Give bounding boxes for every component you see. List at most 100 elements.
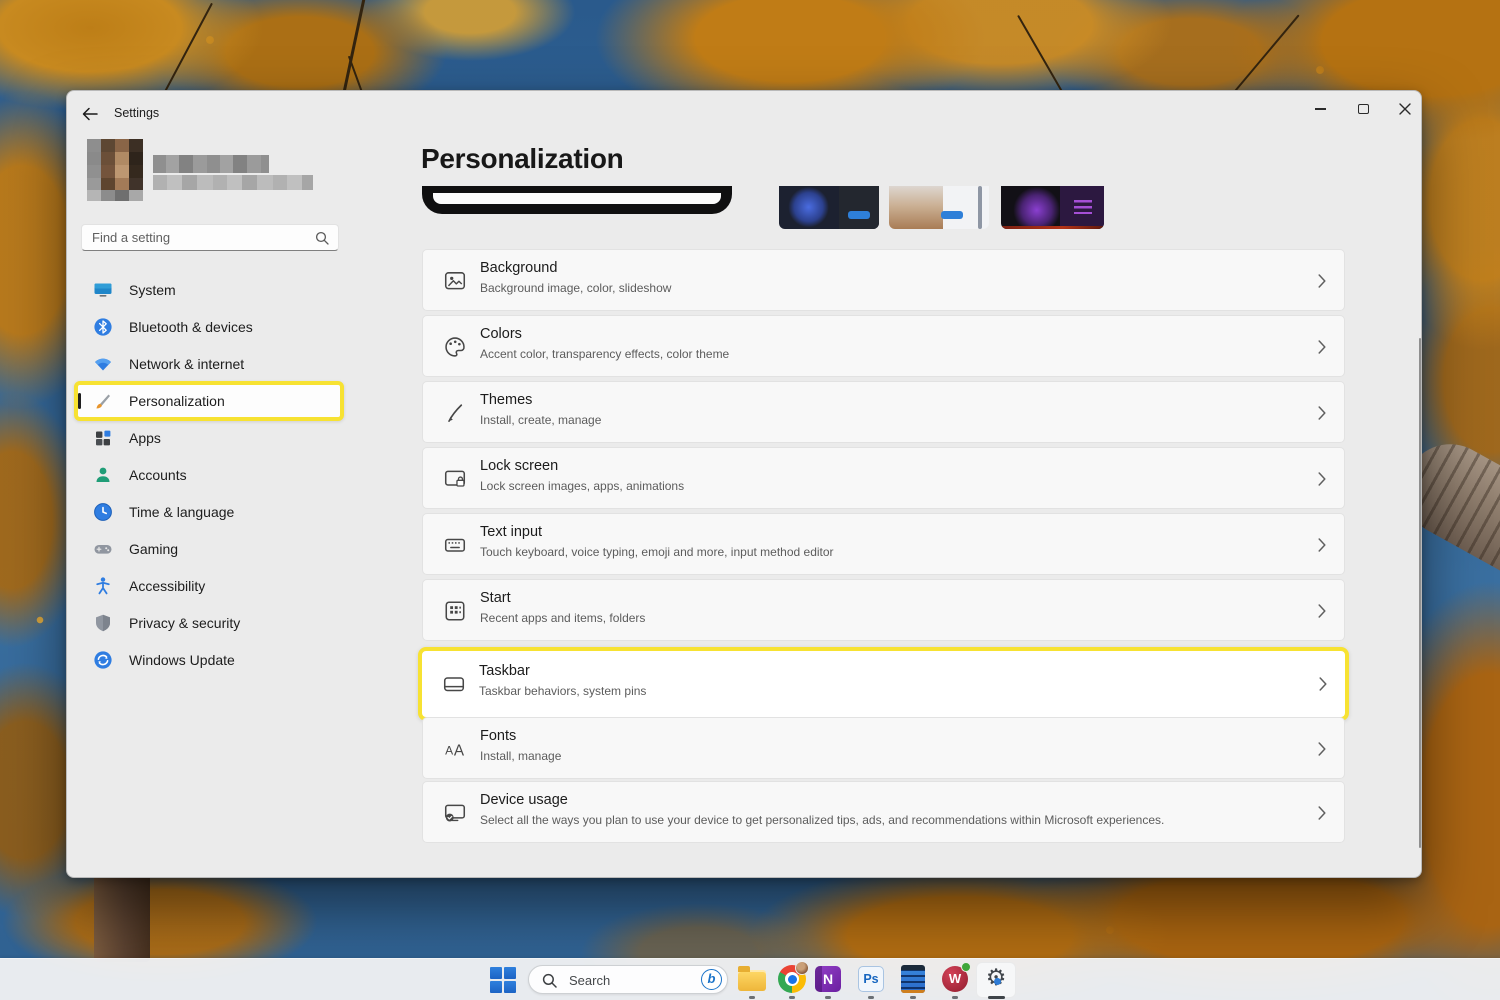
onenote-icon[interactable]: N: [815, 966, 841, 992]
windows-logo-icon: [490, 967, 502, 979]
settings-window: Settings Find a setting System Bluetooth…: [66, 90, 1422, 878]
photoshop-icon[interactable]: Ps: [858, 966, 884, 992]
card-subtitle: Background image, color, slideshow: [480, 281, 672, 295]
avatar[interactable]: [87, 139, 143, 206]
lock-screen-icon: [443, 467, 467, 491]
theme-thumb-button: [848, 211, 870, 219]
theme-thumb-menu-lines: [1074, 200, 1092, 214]
search-input[interactable]: [92, 226, 302, 249]
running-indicator: [825, 996, 831, 999]
card-subtitle: Install, manage: [480, 749, 562, 763]
sidebar-item-accessibility[interactable]: Accessibility: [74, 568, 344, 604]
card-subtitle: Accent color, transparency effects, colo…: [480, 347, 730, 361]
sidebar-item-privacy-security[interactable]: Privacy & security: [74, 605, 344, 641]
notes-icon[interactable]: [901, 965, 925, 993]
sidebar-item-label: Accounts: [129, 467, 187, 483]
bluetooth-icon: [93, 317, 113, 337]
chrome-icon-center: [787, 974, 797, 984]
sidebar-item-time-language[interactable]: Time & language: [74, 494, 344, 530]
chevron-right-icon: [1318, 806, 1326, 825]
card-title: Colors: [480, 326, 522, 342]
chrome-profile-badge: [795, 961, 809, 975]
theme-thumb-window: [839, 186, 879, 229]
maximize-icon: [1357, 104, 1369, 114]
scrollbar-thumb[interactable]: [1419, 338, 1421, 848]
taskbar-icon: [442, 672, 466, 696]
sidebar-item-label: Windows Update: [129, 652, 235, 668]
sidebar-item-bluetooth-devices[interactable]: Bluetooth & devices: [74, 309, 344, 345]
settings-card-lock-screen[interactable]: Lock screen Lock screen images, apps, an…: [422, 447, 1345, 509]
card-title: Start: [480, 590, 511, 606]
find-setting-box: [81, 224, 339, 251]
theme-thumb-button: [941, 211, 963, 219]
fonts-icon: AA: [443, 737, 467, 761]
sidebar-item-label: Bluetooth & devices: [129, 319, 253, 335]
theme-preview-monitor-screen: [433, 193, 721, 204]
settings-app-button[interactable]: ⚙: [976, 962, 1016, 998]
sidebar-item-windows-update[interactable]: Windows Update: [74, 642, 344, 678]
card-title: Lock screen: [480, 458, 559, 474]
settings-card-themes[interactable]: Themes Install, create, manage: [422, 381, 1345, 443]
settings-card-taskbar[interactable]: Taskbar Taskbar behaviors, system pins: [422, 653, 1345, 715]
taskbar-search[interactable]: Search b: [528, 965, 728, 994]
sidebar-item-label: Network & internet: [129, 356, 245, 372]
device-usage-icon: [443, 801, 467, 825]
privacy-security-icon: [93, 613, 113, 633]
sidebar-item-network-internet[interactable]: Network & internet: [74, 346, 344, 382]
start-icon: [443, 599, 467, 623]
sidebar-item-label: Time & language: [129, 504, 235, 520]
theme-thumbnail-light[interactable]: [889, 186, 989, 229]
sidebar-item-label: Apps: [129, 430, 161, 446]
running-indicator: [749, 996, 755, 999]
chevron-right-icon: [1318, 340, 1326, 359]
sidebar-item-apps[interactable]: Apps: [74, 420, 344, 456]
sidebar-item-label: Gaming: [129, 541, 179, 557]
file-explorer-icon[interactable]: [738, 966, 766, 991]
sidebar-item-personalization[interactable]: Personalization: [74, 383, 344, 419]
svg-text:A: A: [445, 743, 453, 757]
sidebar-item-label: Personalization: [129, 393, 225, 409]
chrome-icon[interactable]: [778, 961, 809, 993]
settings-card-device-usage[interactable]: Device usage Select all the ways you pla…: [422, 781, 1345, 843]
text-input-icon: [443, 533, 467, 557]
settings-card-text-input[interactable]: Text input Touch keyboard, voice typing,…: [422, 513, 1345, 575]
running-indicator: [868, 996, 874, 999]
sidebar-item-gaming[interactable]: Gaming: [74, 531, 344, 567]
background-icon: [443, 269, 467, 293]
theme-thumb-beach: [889, 186, 943, 229]
wps-office-icon[interactable]: W: [942, 962, 971, 992]
start-button[interactable]: [490, 967, 516, 993]
settings-card-fonts[interactable]: AA Fonts Install, manage: [422, 717, 1345, 779]
windows-logo-icon: [504, 981, 516, 993]
card-subtitle: Install, create, manage: [480, 413, 602, 427]
bing-icon[interactable]: b: [701, 969, 722, 990]
card-title: Text input: [480, 524, 543, 540]
sidebar-item-label: Privacy & security: [129, 615, 241, 631]
system-icon: [93, 280, 113, 300]
card-title: Fonts: [480, 728, 517, 744]
theme-thumb-bloom: [781, 186, 841, 229]
settings-card-colors[interactable]: Colors Accent color, transparency effect…: [422, 315, 1345, 377]
chevron-right-icon: [1318, 604, 1326, 623]
avatar-pixelated-image: [87, 139, 143, 201]
windows-logo-icon: [504, 967, 516, 979]
chevron-right-icon: [1318, 274, 1326, 293]
card-subtitle: Select all the ways you plan to use your…: [480, 813, 1165, 827]
card-title: Device usage: [480, 792, 568, 808]
sidebar-item-accounts[interactable]: Accounts: [74, 457, 344, 493]
theme-thumbnail-dark[interactable]: [779, 186, 879, 229]
theme-thumb-window-edge: [978, 186, 982, 229]
chevron-right-icon: [1318, 538, 1326, 557]
theme-thumbnail-purple[interactable]: [1001, 186, 1104, 229]
maximize-button[interactable]: [1348, 99, 1378, 119]
themes-icon: [443, 401, 467, 425]
back-button[interactable]: [81, 105, 99, 123]
settings-card-background[interactable]: Background Background image, color, slid…: [422, 249, 1345, 311]
window-title: Settings: [114, 106, 160, 120]
close-button[interactable]: [1390, 99, 1420, 119]
taskbar-search-label: Search: [569, 973, 611, 988]
card-subtitle: Taskbar behaviors, system pins: [479, 684, 647, 698]
minimize-button[interactable]: [1305, 99, 1335, 119]
sidebar-item-system[interactable]: System: [74, 272, 344, 308]
settings-card-start[interactable]: Start Recent apps and items, folders: [422, 579, 1345, 641]
